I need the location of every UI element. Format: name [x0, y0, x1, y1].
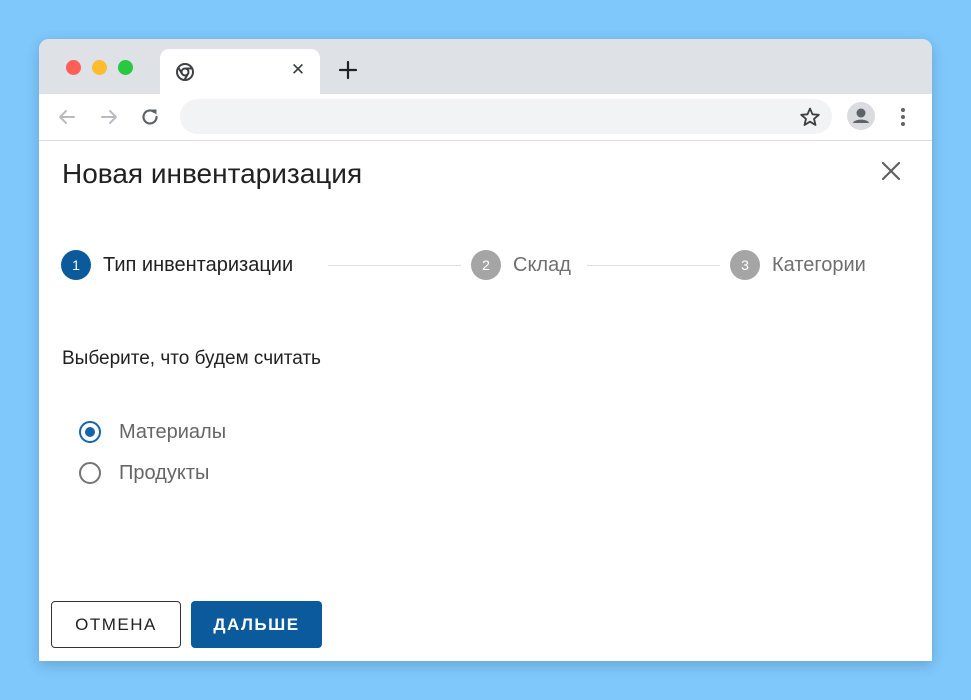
- step-3-number: 3: [730, 250, 760, 280]
- radio-label: Продукты: [119, 462, 210, 484]
- kebab-menu-icon[interactable]: [893, 105, 913, 129]
- chrome-icon: [176, 63, 194, 81]
- step-1-number: 1: [61, 250, 91, 280]
- cancel-button[interactable]: ОТМЕНА: [51, 601, 181, 648]
- radio-dot: [85, 427, 95, 437]
- radio-label: Материалы: [119, 421, 227, 443]
- step-2-label: Склад: [513, 254, 571, 276]
- step-connector: [587, 265, 720, 266]
- arrow-left-icon[interactable]: [56, 106, 78, 128]
- browser-tab[interactable]: ✕: [160, 49, 320, 94]
- arrow-right-icon[interactable]: [98, 106, 120, 128]
- star-icon[interactable]: [799, 106, 821, 128]
- browser-window: ✕ Новая инвентаризация 1 Тип инвентариза…: [39, 39, 932, 661]
- dialog-title: Новая инвентаризация: [62, 158, 363, 189]
- question-label: Выберите, что будем считать: [62, 348, 321, 369]
- step-connector: [328, 265, 461, 266]
- radio-button-checked[interactable]: [79, 421, 101, 443]
- tab-close-icon[interactable]: ✕: [289, 61, 307, 79]
- step-2-number: 2: [471, 250, 501, 280]
- reload-icon[interactable]: [139, 106, 161, 128]
- tab-strip: ✕: [39, 39, 932, 94]
- radio-button-unchecked[interactable]: [79, 462, 101, 484]
- close-icon[interactable]: [879, 159, 903, 183]
- step-1-label: Тип инвентаризации: [103, 254, 294, 276]
- address-bar[interactable]: [180, 99, 832, 134]
- person-icon[interactable]: [847, 102, 875, 130]
- radio-option-materials[interactable]: Материалы: [79, 419, 379, 449]
- window-minimize-button[interactable]: [92, 60, 107, 75]
- browser-toolbar: [39, 94, 932, 141]
- window-close-button[interactable]: [66, 60, 81, 75]
- plus-icon[interactable]: [337, 59, 359, 81]
- next-button[interactable]: ДАЛЬШЕ: [191, 601, 322, 648]
- window-maximize-button[interactable]: [118, 60, 133, 75]
- radio-option-products[interactable]: Продукты: [79, 460, 379, 490]
- step-3-label: Категории: [772, 254, 866, 276]
